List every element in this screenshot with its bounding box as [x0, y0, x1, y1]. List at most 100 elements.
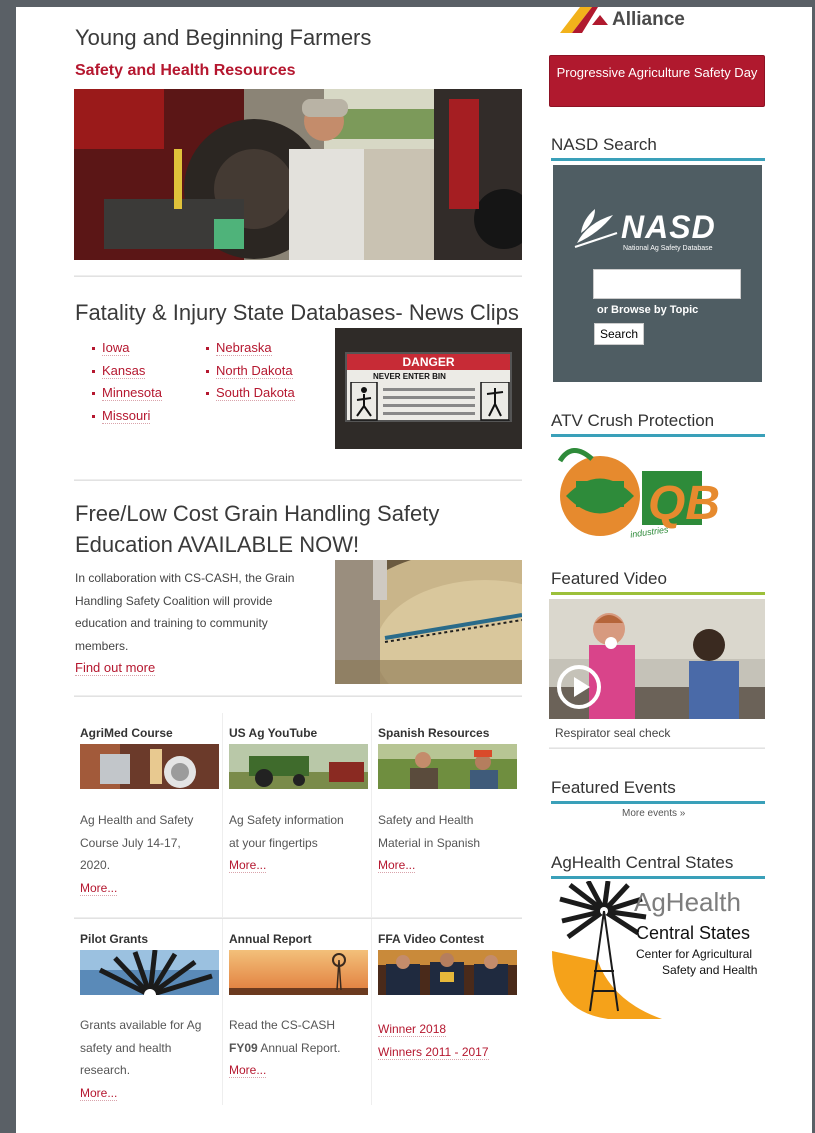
annual-report-more-link[interactable]: More...	[229, 1063, 267, 1078]
state-link[interactable]: Iowa	[102, 340, 130, 356]
state-link[interactable]: Kansas	[102, 362, 146, 379]
nasd-tagline: National Ag Safety Database	[623, 245, 713, 252]
nasd-search-title: NASD Search	[551, 135, 765, 161]
progressive-agriculture-safety-day-button[interactable]: Progressive Agriculture Safety Day	[549, 55, 765, 107]
state-link[interactable]: South Dakota	[216, 385, 295, 401]
find-out-more-link[interactable]: Find out more	[75, 660, 156, 676]
tile-text: Winner 2018 Winners 2011 - 2017	[378, 1018, 518, 1063]
annual-report-photo	[229, 950, 368, 995]
fatality-title: Fatality & Injury State Databases- News …	[75, 300, 519, 325]
atv-crush-protection-title: ATV Crush Protection	[551, 411, 765, 437]
agrimed-more-link[interactable]: More...	[80, 880, 118, 896]
grain-bin-photo	[335, 560, 522, 684]
pilot-grants-photo	[80, 950, 219, 995]
tile-title-spanish: Spanish Resources	[378, 726, 490, 740]
text-line: at your fingertips	[229, 835, 318, 850]
list-item[interactable]: South Dakota	[206, 382, 295, 405]
featured-events-title: Featured Events	[551, 778, 765, 804]
browse-by-topic-link[interactable]: or Browse by Topic	[597, 304, 698, 316]
aghealth-logo-line3: Center for Agricultural	[636, 947, 753, 961]
state-link[interactable]: Missouri	[102, 407, 151, 424]
state-list-col1: Iowa Kansas Minnesota Missouri	[92, 337, 162, 427]
state-link[interactable]: North Dakota	[216, 362, 293, 379]
aghealth-central-states-title: AgHealth Central States	[551, 853, 765, 879]
alliance-logo: Alliance	[552, 7, 766, 33]
aghealth-logo-line4: Safety and Health	[662, 963, 758, 977]
list-item[interactable]: Iowa	[92, 337, 162, 360]
text-line: In collaboration with CS-CASH, the Grain	[75, 571, 295, 585]
text-line: safety and health	[80, 1040, 172, 1055]
nasd-search-input[interactable]	[593, 269, 741, 299]
nasd-search-button[interactable]: Search	[594, 323, 644, 345]
qb-industries-logo[interactable]: QB industries	[552, 441, 742, 541]
youtube-more-link[interactable]: More...	[229, 858, 267, 873]
alliance-text: Alliance	[612, 9, 685, 30]
divider	[74, 275, 522, 277]
winner-2018-link[interactable]: Winner 2018	[378, 1022, 447, 1037]
youtube-tractor-photo	[229, 744, 368, 789]
winners-2011-2017-link[interactable]: Winners 2011 - 2017	[378, 1044, 489, 1060]
page: Young and Beginning Farmers Safety and H…	[16, 7, 812, 1133]
state-list-col2: Nebraska North Dakota South Dakota	[206, 337, 295, 405]
text-line: 2020.	[80, 858, 111, 872]
divider	[549, 747, 765, 749]
tile-title-ffa: FFA Video Contest	[378, 932, 485, 946]
text-line: Ag Safety information	[229, 813, 344, 827]
text-line: Course July 14-17,	[80, 835, 181, 850]
aghealth-logo-line2: Central States	[636, 923, 751, 943]
tile-text: Safety and Health Material in Spanish Mo…	[378, 809, 518, 877]
pilot-grants-more-link[interactable]: More...	[80, 1085, 118, 1101]
young-farmers-title: Young and Beginning Farmers	[75, 25, 372, 50]
state-link[interactable]: Nebraska	[216, 340, 272, 356]
tile-title-agrimed: AgriMed Course	[80, 726, 173, 740]
aghealth-logo[interactable]: AgHealth Central States Center for Agric…	[552, 881, 766, 1021]
tile-divider	[371, 713, 372, 1105]
tile-text: Ag Health and Safety Course July 14-17, …	[80, 809, 220, 899]
safety-health-resources-link[interactable]: Safety and Health Resources	[75, 62, 296, 80]
danger-sign-photo: DANGER NEVER ENTER BIN	[335, 328, 522, 449]
tile-text: Ag Safety information at your fingertips…	[229, 809, 369, 877]
ffa-contest-photo	[378, 950, 517, 995]
text-line: Grants available for Ag	[80, 1018, 202, 1032]
agrimed-photo	[80, 744, 219, 789]
tile-title-youtube: US Ag YouTube	[229, 726, 318, 740]
list-item[interactable]: North Dakota	[206, 360, 295, 383]
featured-video-title: Featured Video	[551, 569, 765, 595]
text-line: Safety and Health	[378, 813, 474, 827]
divider	[74, 917, 522, 919]
divider	[74, 695, 522, 697]
danger-header: DANGER	[347, 354, 510, 370]
aghealth-logo-line1: AgHealth	[634, 887, 741, 917]
text-line: Read the CS-CASH	[229, 1018, 336, 1032]
tile-text: Grants available for Ag safety and healt…	[80, 1014, 220, 1104]
list-item[interactable]: Kansas	[92, 360, 162, 383]
danger-sub: NEVER ENTER BIN	[373, 372, 446, 381]
grain-title-line2: Education AVAILABLE NOW!	[75, 532, 360, 557]
spanish-more-link[interactable]: More...	[378, 858, 416, 873]
nasd-logo-text: NASD	[621, 209, 716, 245]
state-link[interactable]: Minnesota	[102, 385, 162, 401]
featured-video-caption[interactable]: Respirator seal check	[555, 726, 670, 740]
text-line: Handling Safety Coalition will provide	[75, 593, 273, 608]
divider	[74, 479, 522, 481]
svg-text:QB: QB	[648, 477, 720, 530]
tile-divider	[222, 713, 223, 1105]
text-line: education and training to community	[75, 616, 268, 630]
text-line: FY09 Annual Report.	[229, 1037, 369, 1060]
featured-video-thumbnail[interactable]	[549, 599, 765, 719]
text-line: research.	[80, 1063, 131, 1077]
text-rest: Annual Report.	[257, 1040, 341, 1055]
more-events-link[interactable]: More events »	[622, 808, 685, 819]
text-line: Ag Health and Safety	[80, 813, 194, 827]
farmer-tractor-photo	[74, 89, 522, 260]
grain-title-line1: Free/Low Cost Grain Handling Safety	[75, 501, 440, 526]
nasd-search-box: NASD National Ag Safety Database or Brow…	[553, 165, 762, 382]
list-item[interactable]: Nebraska	[206, 337, 295, 360]
text-line: members.	[75, 638, 129, 653]
text-line: Material in Spanish	[378, 835, 481, 850]
list-item[interactable]: Missouri	[92, 405, 162, 428]
tile-title-annual-report: Annual Report	[229, 932, 312, 946]
tile-title-pilot-grants: Pilot Grants	[80, 932, 149, 946]
list-item[interactable]: Minnesota	[92, 382, 162, 405]
tile-text: Read the CS-CASH FY09 Annual Report. Mor…	[229, 1014, 369, 1082]
